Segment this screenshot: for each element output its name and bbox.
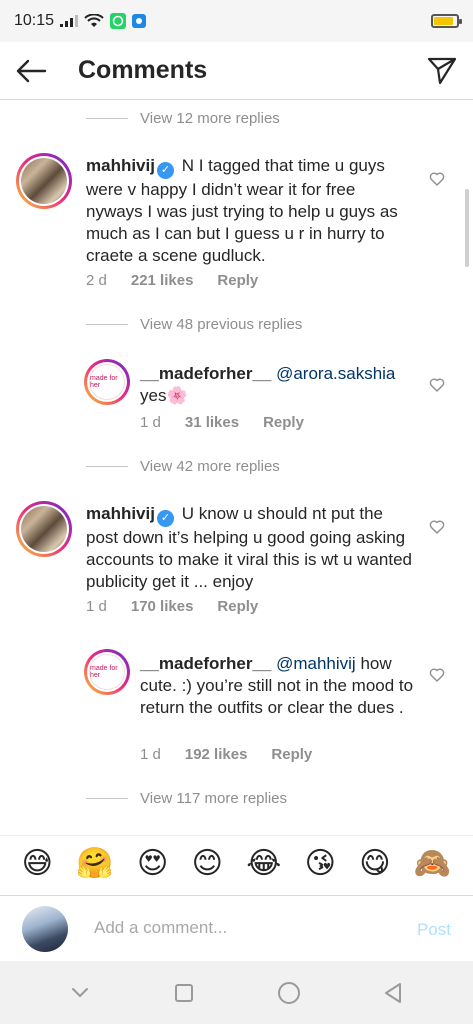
- paper-plane-icon: [427, 57, 457, 85]
- notification-icon: [132, 14, 147, 28]
- comment-username[interactable]: __madeforher__: [140, 364, 271, 383]
- view-more-replies-button[interactable]: View 117 more replies: [86, 790, 287, 807]
- nav-back-button[interactable]: [378, 978, 408, 1008]
- comment-meta: 1 d 192 likes Reply: [140, 746, 336, 763]
- divider: [86, 798, 128, 799]
- verified-badge-icon: ✓: [156, 162, 174, 179]
- avatar[interactable]: made for her: [84, 649, 130, 695]
- view-replies-label: View 48 previous replies: [140, 316, 303, 333]
- back-button[interactable]: [0, 42, 62, 100]
- status-bar: 10:15: [0, 0, 473, 42]
- triangle-back-icon: [384, 982, 401, 1003]
- reply-button[interactable]: Reply: [217, 598, 258, 615]
- comment-time: 1 d: [86, 598, 107, 615]
- signal-icon: [60, 15, 79, 27]
- comment-time: 2 d: [86, 272, 107, 289]
- avatar: [22, 906, 68, 952]
- heart-icon[interactable]: [429, 377, 445, 393]
- emoji-quick-bar: 😅 🤗 😍 😊 😂 😘 😋 🙈: [0, 835, 473, 891]
- likes-count[interactable]: 192 likes: [185, 746, 248, 763]
- comment-time: 1 d: [140, 746, 161, 763]
- likes-count[interactable]: 31 likes: [185, 414, 239, 431]
- emoji-button[interactable]: 🙈: [414, 848, 451, 879]
- page-title: Comments: [78, 56, 208, 84]
- chevron-down-icon: [72, 987, 89, 997]
- emoji-button[interactable]: 😅: [22, 848, 53, 879]
- comment-text: mahhivij ✓ U know u should nt put the pos…: [86, 503, 416, 593]
- arrow-left-icon: [16, 59, 47, 82]
- emoji-button[interactable]: 😍: [137, 848, 168, 879]
- avatar[interactable]: [16, 153, 72, 209]
- nav-recents-button[interactable]: [169, 978, 199, 1008]
- comment-text: __madeforher__ @mahhivij how cute. :) yo…: [140, 653, 418, 719]
- heart-icon[interactable]: [429, 519, 445, 535]
- heart-icon[interactable]: [429, 667, 445, 683]
- status-time: 10:15: [14, 12, 55, 29]
- reply-button[interactable]: Reply: [271, 746, 312, 763]
- post-button[interactable]: Post: [417, 920, 451, 940]
- reply-button[interactable]: Reply: [217, 272, 258, 289]
- comment-composer: Add a comment... Post: [0, 895, 473, 961]
- profile-photo: [21, 506, 67, 552]
- comment-username[interactable]: __madeforher__: [140, 654, 271, 673]
- view-replies-label: View 12 more replies: [140, 110, 280, 127]
- emoji-button[interactable]: 😘: [305, 848, 336, 879]
- emoji-button[interactable]: 🤗: [76, 848, 113, 879]
- nav-collapse-button[interactable]: [65, 978, 95, 1008]
- verified-badge-icon: ✓: [156, 510, 174, 527]
- comment-mention[interactable]: @mahhivij: [276, 654, 356, 673]
- divider: [86, 324, 128, 325]
- divider: [86, 118, 128, 119]
- comment-text: mahhivij ✓ N I tagged that time u guys we…: [86, 155, 416, 267]
- comment-meta: 1 d 31 likes Reply: [140, 414, 328, 431]
- comment-body: yes🌸: [140, 386, 188, 405]
- comment-mention[interactable]: @arora.sakshia: [276, 364, 395, 383]
- scrollbar[interactable]: [465, 189, 469, 267]
- avatar[interactable]: [16, 501, 72, 557]
- status-icons: [60, 13, 147, 29]
- emoji-button[interactable]: 😋: [359, 848, 390, 879]
- system-nav-bar: [0, 961, 473, 1024]
- comment-time: 1 d: [140, 414, 161, 431]
- wifi-icon: [84, 14, 104, 27]
- comment-input[interactable]: Add a comment...: [94, 918, 227, 938]
- square-icon: [175, 983, 194, 1002]
- comments-list[interactable]: View 12 more replies mahhivij ✓ N I tagge…: [0, 101, 473, 825]
- view-more-replies-button[interactable]: View 42 more replies: [86, 458, 280, 475]
- comment-text: __madeforher__ @arora.sakshia yes🌸: [140, 363, 418, 407]
- avatar[interactable]: made for her: [84, 359, 130, 405]
- view-previous-replies-button[interactable]: View 48 previous replies: [86, 316, 302, 333]
- share-button[interactable]: [425, 54, 459, 88]
- header: Comments: [0, 42, 473, 100]
- view-more-replies-button[interactable]: View 12 more replies: [86, 110, 280, 127]
- comment-username[interactable]: mahhivij: [86, 156, 155, 175]
- comment-username[interactable]: mahhivij: [86, 504, 155, 523]
- battery-icon: [431, 14, 462, 28]
- nav-home-button[interactable]: [274, 978, 304, 1008]
- emoji-button[interactable]: 😊: [192, 848, 223, 879]
- brand-logo: made for her: [89, 364, 125, 400]
- whatsapp-icon: [110, 13, 127, 29]
- view-replies-label: View 42 more replies: [140, 458, 280, 475]
- emoji-button[interactable]: 😂: [246, 848, 281, 879]
- brand-logo: made for her: [89, 654, 125, 690]
- divider: [86, 466, 128, 467]
- view-replies-label: View 117 more replies: [140, 790, 288, 807]
- battery-fill: [434, 17, 453, 25]
- comment-meta: 1 d 170 likes Reply: [86, 598, 282, 615]
- reply-button[interactable]: Reply: [263, 414, 304, 431]
- heart-icon[interactable]: [429, 171, 445, 187]
- profile-photo: [21, 158, 67, 204]
- likes-count[interactable]: 221 likes: [131, 272, 194, 289]
- comment-meta: 2 d 221 likes Reply: [86, 272, 282, 289]
- circle-icon: [277, 981, 300, 1004]
- likes-count[interactable]: 170 likes: [131, 598, 194, 615]
